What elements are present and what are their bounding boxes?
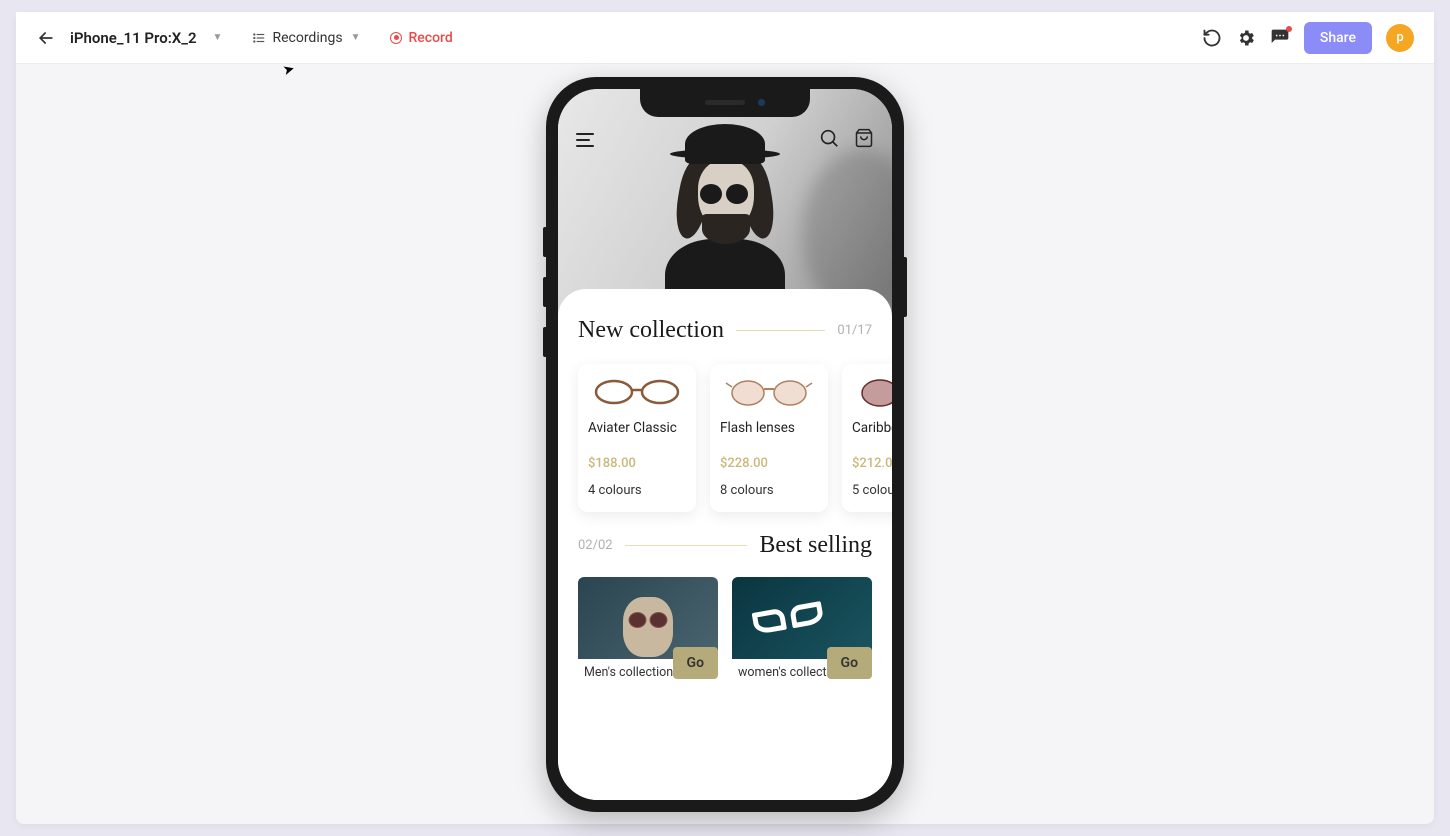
chevron-down-icon[interactable]: ▼ bbox=[213, 32, 223, 43]
device-frame: New collection 01/17 Aviater Classic $18… bbox=[546, 77, 904, 812]
go-button[interactable]: Go bbox=[673, 647, 718, 679]
best-selling-card[interactable]: Men's collection Go bbox=[578, 577, 718, 681]
product-name: Caribbe bbox=[852, 420, 892, 436]
back-button[interactable] bbox=[36, 28, 56, 48]
user-avatar[interactable]: p bbox=[1386, 24, 1414, 52]
device-notch bbox=[640, 89, 810, 117]
notification-dot-icon bbox=[1286, 26, 1292, 32]
record-label: Record bbox=[408, 30, 452, 46]
new-collection-row[interactable]: Aviater Classic $188.00 4 colours Flash … bbox=[558, 344, 892, 532]
product-image bbox=[852, 374, 892, 410]
product-colours: 5 colour bbox=[852, 483, 892, 498]
best-selling-row: Men's collection Go women's collection G… bbox=[558, 559, 892, 681]
divider-line bbox=[736, 330, 825, 331]
content-sheet: New collection 01/17 Aviater Classic $18… bbox=[558, 289, 892, 800]
recordings-label: Recordings bbox=[272, 30, 342, 46]
project-title[interactable]: iPhone_11 Pro:X_2 bbox=[70, 29, 197, 47]
product-name: Aviater Classic bbox=[588, 420, 686, 436]
product-price: $228.00 bbox=[720, 456, 818, 471]
settings-button[interactable] bbox=[1236, 28, 1256, 48]
section-counter: 01/17 bbox=[837, 323, 872, 338]
product-price: $212.00 bbox=[852, 456, 892, 471]
comments-button[interactable] bbox=[1270, 28, 1290, 48]
product-colours: 8 colours bbox=[720, 483, 818, 498]
preview-canvas: New collection 01/17 Aviater Classic $18… bbox=[16, 64, 1434, 824]
hero-image bbox=[558, 89, 892, 319]
divider-line bbox=[625, 545, 748, 546]
product-card[interactable]: Aviater Classic $188.00 4 colours bbox=[578, 364, 696, 512]
product-price: $188.00 bbox=[588, 456, 686, 471]
go-button[interactable]: Go bbox=[827, 647, 872, 679]
record-icon bbox=[390, 32, 402, 44]
reload-button[interactable] bbox=[1202, 28, 1222, 48]
recordings-dropdown[interactable]: Recordings ▼ bbox=[252, 30, 360, 46]
chevron-down-icon: ▼ bbox=[351, 32, 361, 43]
search-icon[interactable] bbox=[818, 127, 840, 153]
app-toolbar: iPhone_11 Pro:X_2 ▼ Recordings ▼ Record bbox=[16, 12, 1434, 64]
bag-icon[interactable] bbox=[854, 127, 874, 153]
product-image bbox=[720, 374, 818, 410]
best-selling-card[interactable]: women's collection Go bbox=[732, 577, 872, 681]
record-button[interactable]: Record bbox=[390, 30, 452, 46]
list-icon bbox=[252, 31, 266, 45]
product-card[interactable]: Flash lenses $228.00 8 colours bbox=[710, 364, 828, 512]
section-counter: 02/02 bbox=[578, 538, 613, 553]
product-colours: 4 colours bbox=[588, 483, 686, 498]
menu-icon[interactable] bbox=[576, 133, 594, 147]
device-screen[interactable]: New collection 01/17 Aviater Classic $18… bbox=[558, 89, 892, 800]
section-title: New collection bbox=[578, 317, 724, 344]
product-name: Flash lenses bbox=[720, 420, 818, 436]
new-collection-header: New collection 01/17 bbox=[558, 317, 892, 344]
product-image bbox=[588, 374, 686, 410]
share-button[interactable]: Share bbox=[1304, 22, 1372, 54]
best-selling-header: 02/02 Best selling bbox=[558, 532, 892, 559]
product-card[interactable]: Caribbe $212.00 5 colour bbox=[842, 364, 892, 512]
section-title: Best selling bbox=[759, 532, 872, 559]
